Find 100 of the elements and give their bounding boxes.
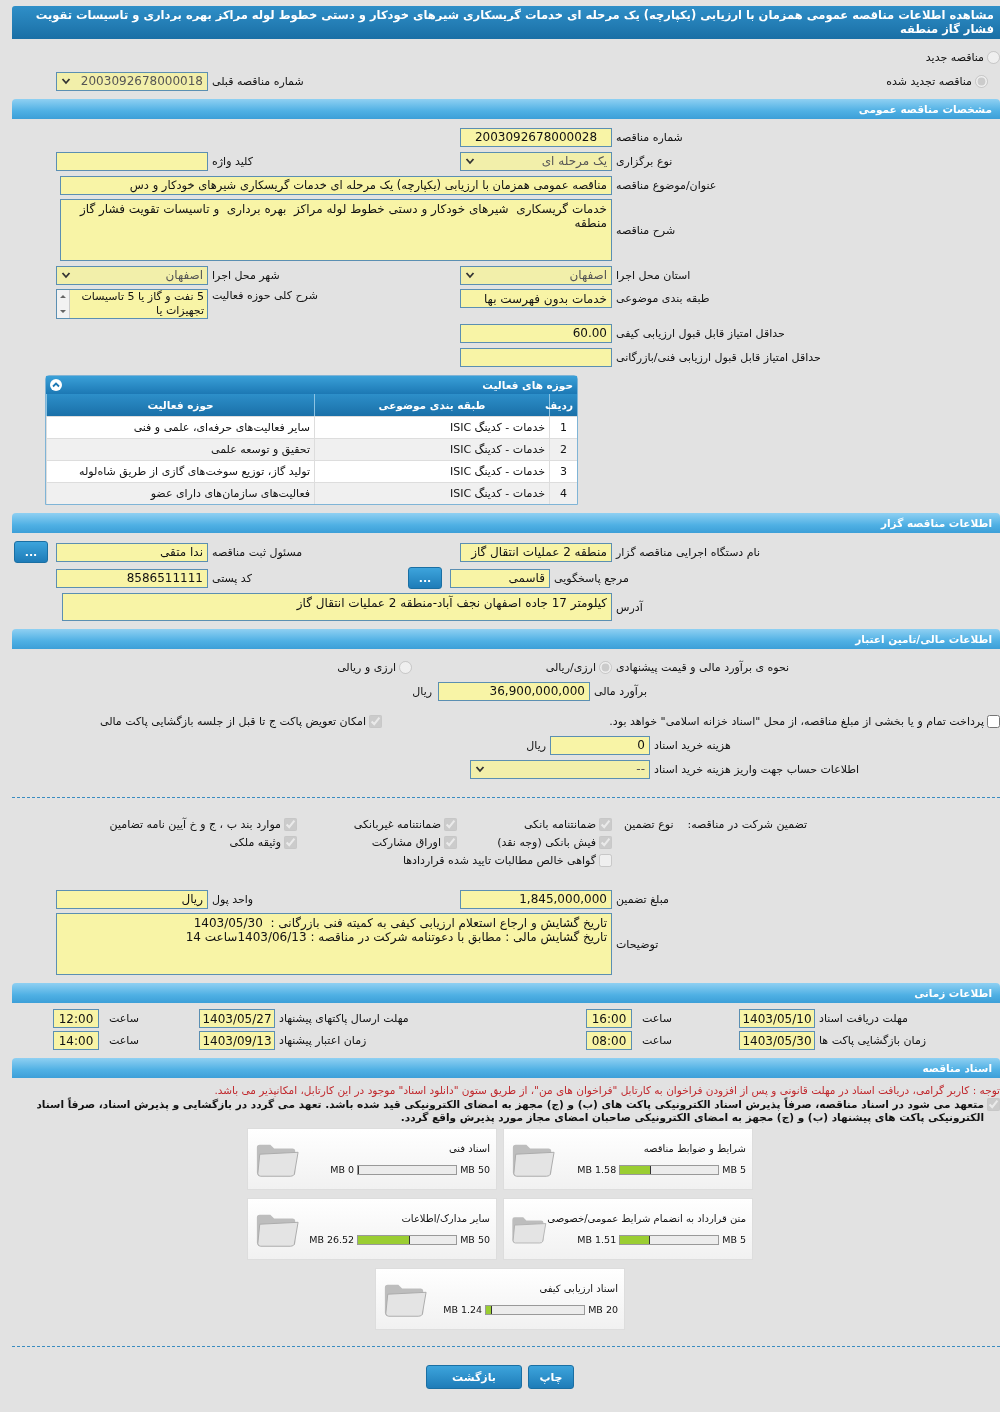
field-label: وثیقه ملکی: [229, 836, 281, 849]
section-header: اطلاعات مناقصه گزار: [12, 513, 1000, 533]
field-label: شرح کلی حوزه فعالیت: [212, 289, 318, 302]
size-used: 1.24 MB: [443, 1304, 483, 1315]
notice-text: توجه : کاربر گرامی، دریافت اسناد در مهلت قانونی و پس از افزودن فراخوان به کارتابل "فراخوان های من"، از طریق ستون "دانلود اسناد" موجود در این کارتابل، امکانپذیر می باشد.: [213, 1084, 1000, 1096]
field-label: طبقه بندی موضوعی: [616, 292, 710, 305]
field-label: مبلغ تضمین: [616, 892, 669, 906]
date-field[interactable]: 1403/05/10: [739, 1009, 815, 1028]
input-field[interactable]: منطقه 2 عملیات انتقال گاز: [460, 542, 612, 562]
field-label: زمان بازگشایی پاکت ها: [819, 1034, 927, 1047]
scrollbar-drawing[interactable]: [57, 290, 70, 318]
dropdown-field[interactable]: 2003092678000018: [56, 71, 208, 91]
field-label: شماره مناقصه: [616, 130, 683, 144]
chevron-down-icon: [61, 76, 71, 86]
print-button[interactable]: چاپ: [528, 1365, 574, 1389]
chevron-down-icon: [475, 764, 485, 774]
back-button[interactable]: بازگشت: [426, 1365, 522, 1389]
field-label: توضیحات: [616, 937, 659, 951]
document-title: سایر مدارک/اطلاعات: [401, 1213, 490, 1224]
field-label: ساعت: [109, 1012, 139, 1025]
field-label: واحد پول: [212, 892, 254, 906]
unit-label: ریال: [526, 738, 546, 752]
field-label: شهر محل اجرا: [212, 268, 280, 282]
input-field[interactable]: 36,900,000,000: [438, 681, 590, 701]
dropdown-field[interactable]: --: [470, 759, 650, 779]
date-field[interactable]: 1403/05/30: [739, 1031, 815, 1050]
document-title: شرایط و ضوابط مناقصه: [643, 1143, 746, 1154]
commitment-text: متعهد می شود در اسناد مناقصه، صرفاً پذیرش اسناد الکترونیکی پاکت های (ب) و (ج) مجهز به امضای الکترونیکی قید شده باشد. تعهد می گردد در بازگشایی و پذیرش اسناد، صرفاً اسناد الکترونیکی پاکت های پیشنهاد (ب) و (ج) مجهز به امضای الکترونیکی صاحبان امضای مجاز مورد پذیرش واقع گردد.: [35, 1098, 984, 1124]
input-field[interactable]: 0: [550, 735, 650, 755]
lookup-button[interactable]: ...: [14, 541, 48, 563]
table-cell: خدمات - کدینگ ISIC: [314, 483, 549, 504]
input-field[interactable]: قاسمی: [450, 568, 550, 588]
dropdown-field[interactable]: اصفهان: [460, 265, 612, 285]
section-header: مشخصات مناقصه عمومی: [12, 99, 1000, 119]
size-used: 0 MB: [330, 1164, 355, 1175]
time-field[interactable]: 12:00: [53, 1009, 99, 1028]
dropdown-field[interactable]: یک مرحله ای: [460, 151, 612, 171]
field-label: کد پستی: [212, 571, 252, 585]
size-limit: 20 MB: [588, 1304, 618, 1315]
table-title: حوزه های فعالیت: [482, 379, 573, 391]
input-field[interactable]: خدمات گریسکاری شیرهای خودکار و دستی خطوط لوله مراکز بهره برداری و تاسیسات تقویت فشار گاز منطقه: [60, 199, 612, 261]
unit-label: ریال: [412, 684, 432, 698]
field-label: هزینه خرید اسناد: [654, 738, 731, 752]
field-label: پرداخت تمام و یا بخشی از مبلغ مناقصه، از محل "اسناد خزانه اسلامی" خواهد بود.: [609, 714, 984, 728]
table-cell: تحقیق و توسعه علمی: [46, 439, 314, 460]
text-area[interactable]: 5 نفت و گاز یا 5 تاسیسات تجهیزات یا: [56, 289, 208, 319]
field-label: گواهی خالص مطالبات تایید شده قراردادها: [402, 854, 596, 867]
field-label: برآورد مالی: [594, 684, 647, 698]
input-field[interactable]: کیلومتر 17 جاده اصفهان نجف آباد-منطقه 2 عملیات انتقال گاز: [62, 593, 612, 621]
chevron-down-icon: [465, 270, 475, 280]
column-header: حوزه فعالیت: [46, 394, 314, 416]
size-used: 1.58 MB: [577, 1164, 617, 1175]
date-field[interactable]: 1403/09/13: [199, 1031, 275, 1050]
field-label: ساعت: [642, 1012, 672, 1025]
field-label: مناقصه جدید: [925, 50, 984, 64]
field-label: حداقل امتیاز قابل قبول ارزیابی کیفی: [616, 326, 785, 340]
field-label: ضمانتنامه بانکی: [523, 818, 596, 831]
input-field[interactable]: 8586511111: [56, 568, 208, 588]
field-label: فیش بانکی (وجه نقد): [497, 836, 596, 849]
date-field[interactable]: 1403/05/27: [199, 1009, 275, 1028]
size-limit: 50 MB: [460, 1164, 490, 1175]
size-used: 1.51 MB: [577, 1234, 617, 1245]
field-label: شماره مناقصه قبلی: [212, 74, 304, 88]
input-field[interactable]: ریال: [56, 889, 208, 909]
field-label: زمان اعتبار پیشنهاد: [279, 1034, 367, 1047]
field-label: مهلت ارسال پاکتهای پیشنهاد: [279, 1012, 409, 1025]
time-field[interactable]: 16:00: [586, 1009, 632, 1028]
field-label: مناقصه تجدید شده: [886, 74, 972, 88]
checkbox[interactable]: [987, 714, 1000, 728]
input-field[interactable]: ندا متقی: [56, 542, 208, 562]
field-label: موارد بند ب ، ج و خ آیین نامه تضامین: [109, 818, 281, 831]
field-label: اطلاعات حساب جهت واریز هزینه خرید اسناد: [654, 762, 860, 776]
field-label: ضمانتنامه غیربانکی: [353, 818, 441, 831]
field-label: نحوه ی برآورد مالی و قیمت پیشنهادی: [616, 660, 790, 674]
field-label: نوع تضمین: [624, 818, 674, 831]
size-limit: 50 MB: [460, 1234, 490, 1245]
field-label: تضمین شرکت در مناقصه:: [687, 818, 808, 831]
collapse-icon[interactable]: [50, 379, 62, 391]
input-field[interactable]: 2003092678000028: [460, 127, 612, 147]
field-label: نوع برگزاری: [616, 154, 673, 168]
field-label: ارزی و ریالی: [337, 660, 396, 674]
field-label: ساعت: [642, 1034, 672, 1047]
input-field[interactable]: [460, 347, 612, 367]
field-label: مهلت دریافت اسناد: [819, 1012, 908, 1025]
field-label: آدرس: [616, 600, 643, 614]
lookup-button[interactable]: ...: [408, 567, 442, 589]
input-field[interactable]: 1,845,000,000: [460, 889, 612, 909]
document-title: اسناد فنی: [449, 1143, 490, 1154]
chevron-down-icon: [61, 270, 71, 280]
dropdown-field[interactable]: اصفهان: [56, 265, 208, 285]
input-field[interactable]: مناقصه عمومی همزمان با ارزیابی (یکپارچه) یک مرحله ای خدمات گریسکاری شیرهای خودکار و دس: [60, 175, 612, 195]
input-field[interactable]: خدمات بدون فهرست بها: [460, 289, 612, 308]
input-field[interactable]: [56, 151, 208, 171]
time-field[interactable]: 14:00: [53, 1031, 99, 1050]
field-label: امکان تعویض پاکت ج تا قبل از جلسه بازگشایی پاکت مالی: [100, 714, 366, 728]
text-area[interactable]: تاریخ گشایش و ارجاع استعلام ارزیابی کیفی به کمیته فنی بازرگانی : 1403/05/30 تاریخ گشایش مالی : مطابق با دعوتنامه شرکت در مناقصه : 1403/06/13ساعت 14: [56, 913, 612, 975]
field-label: حداقل امتیاز قابل قبول ارزیابی فنی/بازرگانی: [616, 350, 821, 364]
input-field[interactable]: 60.00: [460, 323, 612, 343]
table-cell: خدمات - کدینگ ISIC: [314, 439, 549, 460]
time-field[interactable]: 08:00: [586, 1031, 632, 1050]
